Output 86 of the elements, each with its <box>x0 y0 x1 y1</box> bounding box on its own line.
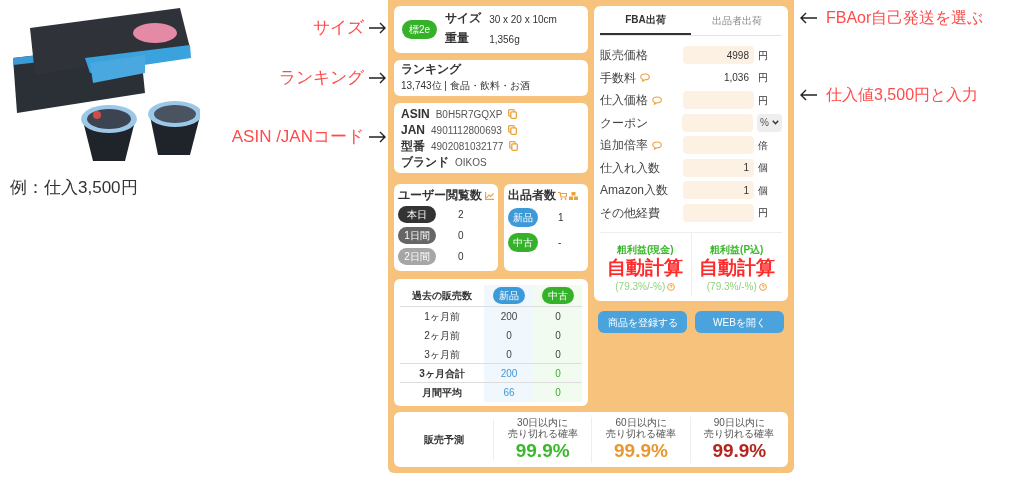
field-label: クーポン <box>600 114 648 132</box>
sales-count: 0 <box>555 329 561 343</box>
spec-value: 30 x 20 x 10cm <box>489 13 557 27</box>
unit-label: 円 <box>758 48 768 63</box>
condition-pill: 新品 <box>493 287 525 304</box>
condition-pill: 中古 <box>508 233 538 252</box>
profit-ratio: (79.3%/-%) <box>615 280 666 294</box>
period-label: 月間平均 <box>422 386 462 400</box>
forecast-label: 60日以内に 売り切れる確率 <box>606 416 676 439</box>
code-value: B0H5R7GQXP <box>435 107 503 122</box>
annotation-label: 仕入値3,500円と入力 <box>826 85 979 105</box>
probability-value: 99.9% <box>515 439 570 463</box>
unit-select[interactable]: % <box>757 113 782 132</box>
annotation-label: FBAor自己発送を選ぶ <box>826 8 984 28</box>
spec-value: 1,356g <box>489 33 521 47</box>
code-label: 型番 <box>401 138 425 154</box>
unit-label: 円 <box>758 206 768 221</box>
sales-count: 0 <box>555 386 561 400</box>
sales-count: 0 <box>506 347 512 362</box>
profit-ratio: (79.3%/-%) <box>706 280 757 294</box>
unit-label: 個 <box>758 161 768 176</box>
size-tag: 標2e <box>402 20 438 39</box>
views-title: ユーザー閲覧数 <box>398 189 482 202</box>
spec-label: サイズ <box>445 12 482 27</box>
period-pill: 本日 <box>398 206 436 223</box>
field-label: 仕入価格 <box>600 92 648 110</box>
value-field[interactable]: 4998 <box>683 46 754 65</box>
history-title: 過去の販売数 <box>412 289 472 303</box>
sellers-count: - <box>558 236 562 250</box>
field-label: 仕入れ入数 <box>600 159 660 177</box>
period-pill: 2日間 <box>398 248 436 265</box>
code-value: 4902081032177 <box>431 139 504 154</box>
forecast-label: 90日以内に 売り切れる確率 <box>704 416 775 439</box>
forecast-label: 30日以内に 売り切れる確率 <box>507 416 578 439</box>
value-field[interactable]: 1 <box>683 181 754 200</box>
annotation-label: サイズ <box>313 17 364 40</box>
annotation-label: ランキング <box>279 67 364 90</box>
sales-count: 0 <box>506 329 512 343</box>
sellers-count: 1 <box>558 211 564 225</box>
spec-label: 重量 <box>445 32 471 47</box>
sales-count: 200 <box>500 310 518 324</box>
condition-pill: 新品 <box>508 208 538 227</box>
forecast-title: 販売予測 <box>423 433 464 447</box>
period-label: 1ヶ月前 <box>424 310 460 324</box>
annotation-label: ASIN /JANコード <box>231 126 364 149</box>
overlay-label: 自動計算 <box>607 257 684 279</box>
views-count: 0 <box>458 250 464 264</box>
sales-count: 0 <box>555 366 561 381</box>
shipping-tab[interactable]: FBA出荷 <box>600 6 691 35</box>
field-label: 追加倍率 <box>600 137 648 155</box>
sales-count: 0 <box>555 347 561 362</box>
sales-count: 66 <box>503 386 515 400</box>
field-label: Amazon入数 <box>600 182 669 200</box>
ranking-value: 13,743位 | 食品・飲料・お酒 <box>401 79 530 93</box>
ranking-title: ランキング <box>401 63 461 76</box>
period-pill: 1日間 <box>398 227 436 244</box>
field-label: 手数料 <box>600 69 636 87</box>
field-label: 販売価格 <box>600 47 648 65</box>
unit-label: 個 <box>758 183 768 198</box>
code-label: ブランド <box>401 154 449 170</box>
shipping-tab[interactable]: 出品者出荷 <box>691 6 782 35</box>
code-value: OIKOS <box>455 155 487 170</box>
probability-value: 99.9% <box>712 439 767 463</box>
field-label: その他経費 <box>600 204 660 222</box>
unit-label: 円 <box>758 71 768 86</box>
code-label: JAN <box>401 122 425 138</box>
views-count: 2 <box>458 208 464 222</box>
code-label: ASIN <box>401 106 430 122</box>
caption: 例：仕入3,500円 <box>10 177 138 199</box>
unit-label: 円 <box>758 93 768 108</box>
sales-count: 0 <box>555 310 561 324</box>
period-label: 3ヶ月合計 <box>419 366 465 381</box>
sales-count: 200 <box>500 366 518 381</box>
code-value: 4901112800693 <box>431 123 502 138</box>
condition-pill: 中古 <box>542 287 574 304</box>
overlay-label: 自動計算 <box>698 257 775 279</box>
probability-value: 99.9% <box>614 439 668 463</box>
period-label: 3ヶ月前 <box>424 347 460 362</box>
views-count: 0 <box>458 229 464 243</box>
fee-value: 1,036 <box>722 71 750 86</box>
profit-title: 粗利益(P込) <box>710 243 764 257</box>
unit-label: 倍 <box>758 138 768 153</box>
value-field[interactable]: 1 <box>683 158 754 177</box>
profit-title: 粗利益(現金) <box>616 243 674 257</box>
period-label: 2ヶ月前 <box>424 329 460 343</box>
sellers-title: 出品者数 <box>508 189 556 202</box>
